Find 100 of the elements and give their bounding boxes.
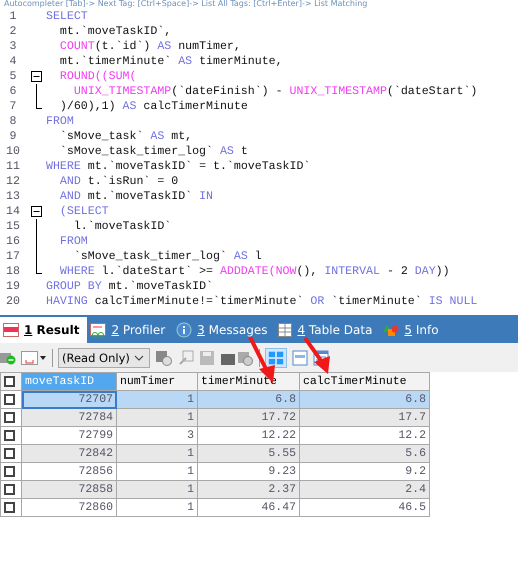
checkbox[interactable] — [4, 412, 15, 423]
checkbox[interactable] — [4, 430, 15, 441]
checkbox[interactable] — [4, 394, 15, 405]
table-cell: 1 — [116, 498, 198, 516]
table-cell: 72799 — [22, 426, 116, 444]
table-cell: 6.8 — [300, 390, 430, 408]
line-number: 16 — [5, 235, 21, 248]
annotation-arrow — [302, 336, 332, 376]
duplicate-row-icon[interactable] — [155, 350, 173, 366]
code-line: HAVING calcTimerMinute!=`timerMinute` OR `timerMinute` IS NULL — [46, 295, 478, 308]
table-cell: 72784 — [22, 408, 116, 426]
table-cell: 12.22 — [198, 426, 300, 444]
code-line: COUNT(t.`id`) AS numTimer, — [58, 40, 241, 53]
line-number: 15 — [5, 220, 21, 233]
table-cell: 72842 — [22, 444, 116, 462]
table-cell: 1 — [116, 390, 198, 408]
code-line: SELECT — [46, 10, 88, 23]
table-cell: 5.55 — [198, 444, 300, 462]
line-number: 3 — [8, 40, 18, 53]
table-cell: 3 — [116, 426, 198, 444]
column-header[interactable]: numTimer — [116, 372, 198, 390]
table-cell: 46.47 — [198, 498, 300, 516]
checkbox[interactable] — [4, 466, 15, 477]
table-cell: 1 — [116, 480, 198, 498]
code-line: (SELECT — [58, 205, 109, 218]
code-line: mt.`moveTaskID`, — [58, 25, 172, 38]
table-cell: 5.6 — [300, 444, 430, 462]
table-icon — [3, 323, 19, 337]
line-number: 8 — [8, 115, 18, 128]
table-cell: 2.4 — [300, 480, 430, 498]
line-number: 12 — [5, 175, 21, 188]
table-cell: 9.2 — [300, 462, 430, 480]
code-line: )/60),1) AS calcTimerMinute — [58, 100, 248, 113]
table-cell: 72858 — [22, 480, 116, 498]
checkbox[interactable] — [4, 502, 15, 513]
code-line: mt.`timerMinute` AS timerMinute, — [58, 55, 283, 68]
delete-row-icon[interactable] — [220, 350, 254, 366]
code-line: `sMove_task_timer_log` AS t — [58, 145, 248, 158]
line-number: 2 — [8, 25, 18, 38]
table-cell: 1 — [116, 444, 198, 462]
code-line: WHERE mt.`moveTaskID` = t.`moveTaskID` — [46, 160, 310, 173]
chevron-icon — [134, 354, 144, 360]
code-line: l.`moveTaskID` — [72, 220, 172, 233]
line-number: 17 — [5, 250, 21, 263]
column-header[interactable]: timerMinute — [198, 372, 300, 390]
hint-text: Autocompleter [Tab]-> Next Tag: [Ctrl+Space]-> List All Tags: [Ctrl+Enter]-> List Matching — [3, 0, 368, 8]
table-cell: 1 — [116, 408, 198, 426]
table-cell: 72707 — [22, 390, 116, 408]
glasses-icon — [90, 322, 106, 338]
line-number: 9 — [8, 130, 18, 143]
grid-icon — [278, 323, 292, 337]
line-number: 1 — [8, 10, 18, 23]
line-number: 11 — [5, 160, 21, 173]
table-dropdown-icon[interactable] — [21, 350, 47, 366]
table-cell: 72856 — [22, 462, 116, 480]
column-header[interactable]: calcTimerMinute — [300, 372, 430, 390]
checkbox[interactable] — [4, 376, 15, 387]
table-cell: 2.37 — [198, 480, 300, 498]
profiler-tab[interactable]: 2 Profiler — [87, 317, 174, 343]
result-tab[interactable]: 1 Result — [0, 317, 88, 343]
grid-view-icon[interactable] — [265, 348, 287, 368]
table-cell: 9.23 — [198, 462, 300, 480]
checkbox[interactable] — [4, 448, 15, 459]
line-number: 20 — [5, 295, 21, 308]
code-line: `sMove_task_timer_log` AS l — [72, 250, 262, 263]
code-line: WHERE l.`dateStart` >= ADDDATE(NOW(), INTERVAL - 2 DAY)) — [58, 265, 450, 278]
code-line: GROUP BY mt.`moveTaskID` — [46, 280, 213, 293]
line-number: 5 — [8, 70, 18, 83]
collapse-icon[interactable] — [30, 71, 42, 82]
line-number: 18 — [5, 265, 21, 278]
code-line: `sMove_task` AS mt, — [58, 130, 192, 143]
line-number: 7 — [8, 100, 18, 113]
checkbox[interactable] — [4, 484, 15, 495]
table-cell: 17.7 — [300, 408, 430, 426]
line-number: 10 — [5, 145, 21, 158]
collapse-icon[interactable] — [30, 206, 42, 217]
table-cell: 17.72 — [198, 408, 300, 426]
table-cell: 46.5 — [300, 498, 430, 516]
table-cell: 72860 — [22, 498, 116, 516]
line-number: 4 — [8, 55, 18, 68]
info-tab[interactable]: 5 Info — [380, 317, 447, 343]
line-number: 6 — [8, 85, 18, 98]
code-line: AND t.`isRun` = 0 — [58, 175, 178, 188]
mode-dropdown[interactable]: (Read Only) — [58, 348, 150, 368]
form-view-icon[interactable] — [292, 350, 308, 366]
line-number: 19 — [5, 280, 21, 293]
shapes-icon — [383, 323, 400, 337]
code-line: AND mt.`moveTaskID` IN — [58, 190, 213, 203]
table-cell: 1 — [116, 462, 198, 480]
add-row-icon[interactable] — [0, 350, 16, 364]
code-line: FROM — [46, 115, 74, 128]
messages-tab[interactable]: 3 Messages — [173, 317, 276, 343]
code-line: ROUND((SUM( — [58, 70, 136, 83]
tabledata-tab[interactable]: 4 Table Data — [275, 317, 380, 343]
info-icon — [176, 322, 192, 338]
line-number: 13 — [5, 190, 21, 203]
code-line: UNIX_TIMESTAMP(`dateFinish`) - UNIX_TIMESTAMP(`dateStart`) — [72, 85, 478, 98]
table-cell: 12.2 — [300, 426, 430, 444]
table-cell: 6.8 — [198, 390, 300, 408]
line-number: 14 — [5, 205, 21, 218]
